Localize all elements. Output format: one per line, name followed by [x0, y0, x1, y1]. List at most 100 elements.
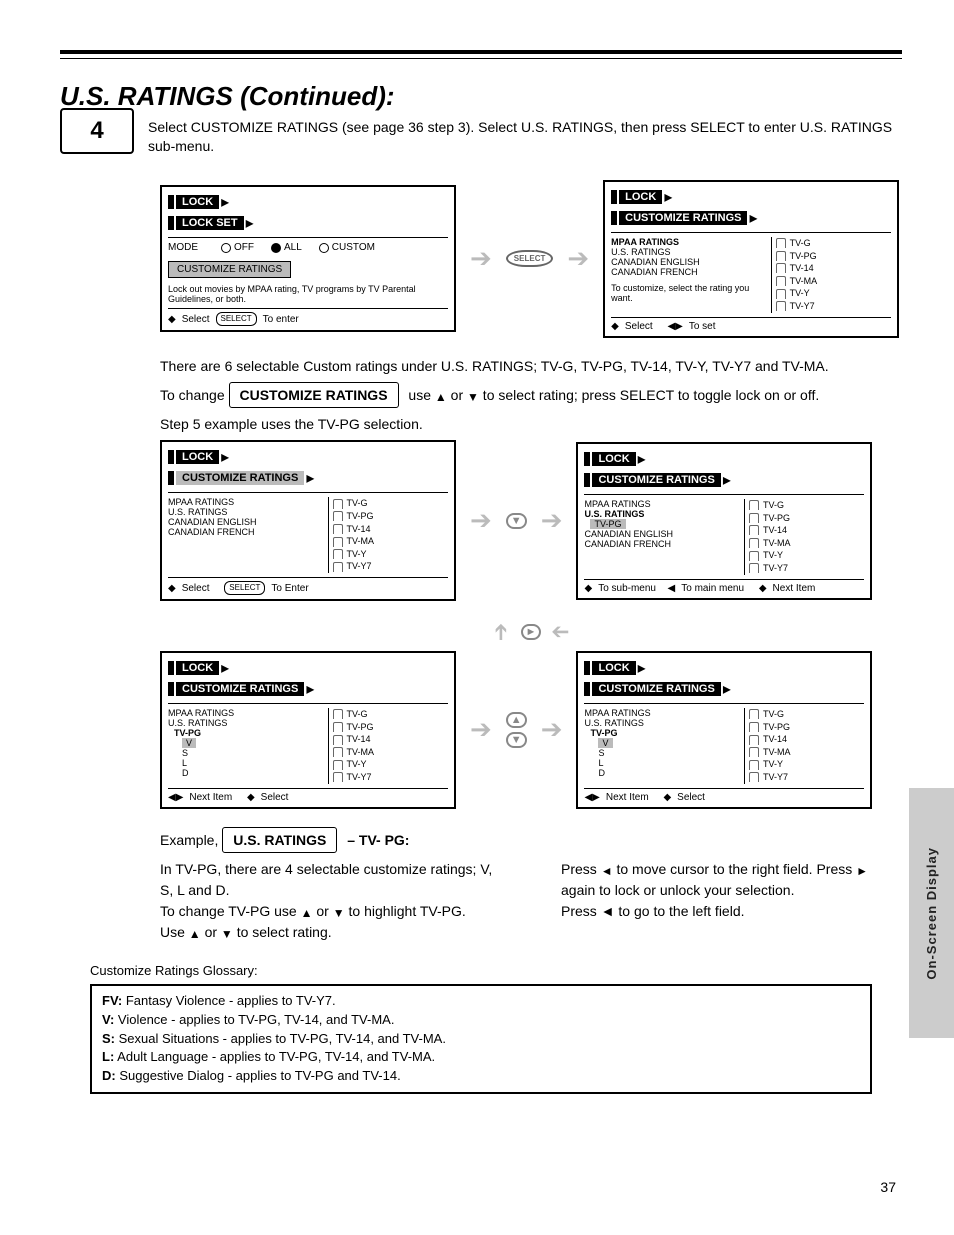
triangle-up-icon: ▲ [189, 925, 201, 943]
lock-icon [333, 549, 343, 559]
panel-customize-ratings: LOCK ▸ CUSTOMIZE RATINGS ▸ MPAA RATINGS … [603, 180, 899, 338]
list-item[interactable]: MPAA RATINGS [584, 499, 744, 509]
radio-custom[interactable] [319, 243, 329, 253]
nav-updown-icon: ◆ [168, 314, 176, 325]
nav-leftright-icon: ◀▶ [168, 792, 183, 803]
lock-icon [749, 551, 759, 561]
inline-box-label: CUSTOMIZE RATINGS [229, 382, 399, 408]
subitem[interactable]: S [598, 748, 744, 758]
nav-updown-icon: ◆ [663, 792, 671, 803]
step-text: Select CUSTOMIZE RATINGS (see page 36 st… [148, 118, 902, 156]
list-item[interactable]: U.S. RATINGS [584, 718, 744, 728]
list-item[interactable]: U.S. RATINGS [168, 718, 328, 728]
hint: Lock out movies by MPAA rating, TV progr… [168, 284, 448, 304]
list-item[interactable]: CANADIAN FRENCH [168, 527, 328, 537]
subitem[interactable]: S [182, 748, 328, 758]
lock-icon [749, 709, 759, 719]
paragraph: In TV-PG, there are 4 selectable customi… [160, 859, 501, 901]
list-item[interactable]: CANADIAN FRENCH [611, 267, 771, 277]
inline-box-label: U.S. RATINGS [222, 827, 337, 853]
arrow-left-icon: ➔ [551, 619, 569, 645]
panel-lock-set: LOCK ▸ LOCK SET ▸ MODE OFF ALL CUSTOM CU… [160, 185, 456, 332]
lock-icon [749, 500, 759, 510]
chevron-right-icon: ▸ [638, 449, 646, 469]
lock-icon [776, 289, 786, 299]
nav-leftright-icon: ◀▶ [667, 321, 682, 332]
select-button[interactable]: SELECT [216, 312, 257, 326]
lock-icon [749, 563, 759, 573]
chevron-right-icon: ▸ [638, 658, 646, 678]
chevron-right-icon: ▸ [306, 679, 314, 699]
arrow-right-icon: ➔ [470, 243, 492, 274]
lock-icon [333, 562, 343, 572]
crumb: LOCK [176, 450, 219, 464]
subitem[interactable]: L [182, 758, 328, 768]
chevron-right-icon: ▸ [246, 213, 254, 233]
subitem[interactable]: D [598, 768, 744, 778]
lock-icon [333, 511, 343, 521]
paragraph: To change CUSTOMIZE RATINGS use ▲ or ▼ t… [160, 382, 902, 408]
dpad-down-icon[interactable]: ▼ [506, 513, 527, 529]
subitem[interactable]: L [598, 758, 744, 768]
panel-nav: ◆Select SELECTTo enter [168, 308, 448, 326]
lock-icon [776, 276, 786, 286]
triangle-down-icon: ▼ [333, 904, 345, 922]
list-item[interactable]: CANADIAN ENGLISH [584, 529, 744, 539]
list-item[interactable]: CANADIAN FRENCH [584, 539, 744, 549]
radio-off[interactable] [221, 243, 231, 253]
paragraph: Use ▲ or ▼ to select rating. [160, 922, 501, 943]
dpad-up-icon[interactable]: ▲ [506, 712, 527, 728]
customize-ratings-button[interactable]: CUSTOMIZE RATINGS [168, 261, 291, 278]
list-item[interactable]: U.S. RATINGS [168, 507, 328, 517]
chevron-right-icon: ▸ [221, 658, 229, 678]
list-item[interactable]: CANADIAN ENGLISH [611, 257, 771, 267]
lock-icon [776, 263, 786, 273]
arrow-right-icon: ➔ [470, 505, 492, 536]
select-button[interactable]: SELECT [224, 581, 265, 595]
crumb-highlight: CUSTOMIZE RATINGS [176, 471, 304, 485]
lock-icon [749, 760, 759, 770]
sub-label: TV-PG [590, 728, 744, 738]
list-item[interactable]: MPAA RATINGS [611, 237, 771, 247]
list-item[interactable]: MPAA RATINGS [584, 708, 744, 718]
page-number: 37 [880, 1179, 896, 1195]
list-item[interactable]: MPAA RATINGS [168, 708, 328, 718]
side-tab: On-Screen Display [909, 788, 954, 1038]
step-row: 4 Select CUSTOMIZE RATINGS (see page 36 … [60, 118, 902, 172]
crumb: CUSTOMIZE RATINGS [619, 211, 747, 225]
select-button[interactable]: SELECT [506, 250, 554, 267]
dpad-right-icon[interactable]: ► [521, 624, 542, 640]
chevron-right-icon: ▸ [221, 447, 229, 467]
lock-icon [749, 772, 759, 782]
paragraph: Press ◄ to move cursor to the right fiel… [561, 859, 902, 901]
lock-icon [333, 760, 343, 770]
crumb: LOCK [176, 195, 219, 209]
panel-tvpg-sub-2: LOCK ▸ CUSTOMIZE RATINGS ▸ MPAA RATINGS … [576, 651, 872, 809]
crumb: LOCK [592, 661, 635, 675]
chevron-right-icon: ▸ [723, 470, 731, 490]
lock-icon [749, 538, 759, 548]
flow-1: LOCK ▸ LOCK SET ▸ MODE OFF ALL CUSTOM CU… [160, 180, 902, 338]
dpad-down-icon[interactable]: ▼ [506, 732, 527, 748]
subitem-hl[interactable]: V [182, 738, 196, 748]
list-item[interactable]: U.S. RATINGS [611, 247, 771, 257]
lock-icon [333, 772, 343, 782]
lock-icon [749, 513, 759, 523]
list-item[interactable]: MPAA RATINGS [168, 497, 328, 507]
subitem[interactable]: D [182, 768, 328, 778]
chevron-right-icon: ▸ [723, 679, 731, 699]
nav-updown-icon: ◆ [247, 792, 255, 803]
arrow-right-icon: ➔ [541, 714, 563, 745]
crumb: LOCK [176, 661, 219, 675]
list-item[interactable]: CANADIAN ENGLISH [168, 517, 328, 527]
list-item[interactable]: U.S. RATINGS [584, 509, 744, 519]
lock-icon [333, 709, 343, 719]
subitem-hl[interactable]: V [598, 738, 612, 748]
lock-icon [749, 722, 759, 732]
rule-thin [60, 58, 902, 59]
panel-tvpg-sub: LOCK ▸ CUSTOMIZE RATINGS ▸ MPAA RATINGS … [160, 651, 456, 809]
triangle-left-icon: ◄ [601, 862, 613, 880]
lock-icon [333, 537, 343, 547]
radio-all[interactable] [271, 243, 281, 253]
sub-highlight: TV-PG [590, 519, 625, 529]
